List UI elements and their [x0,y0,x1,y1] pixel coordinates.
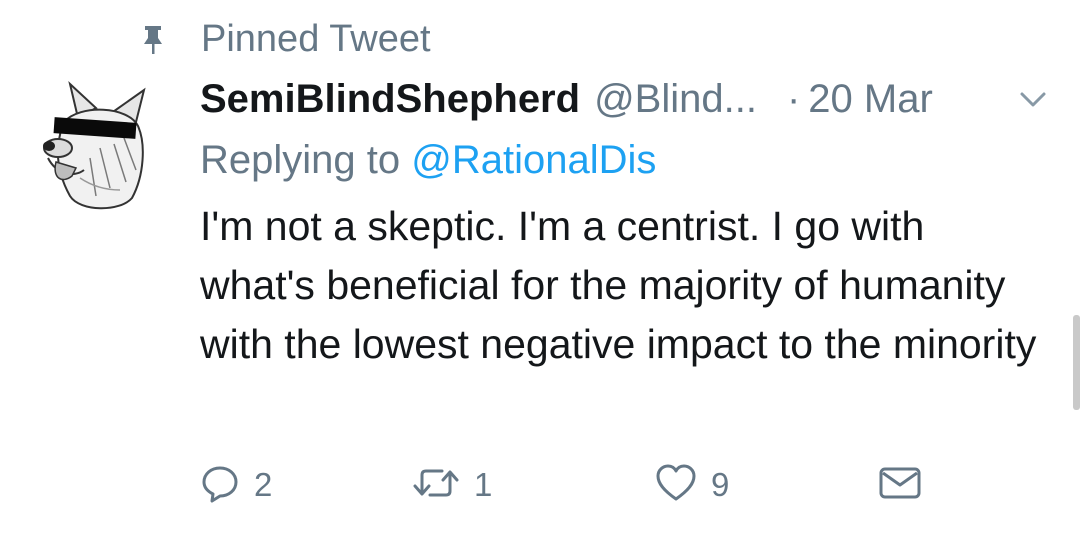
tweet-timestamp[interactable]: 20 Mar [808,77,933,122]
pinned-tweet-indicator: Pinned Tweet [140,18,431,61]
replying-to-label: Replying to [200,138,401,182]
retweet-icon [412,463,460,508]
author-name[interactable]: SemiBlindShepherd [200,77,580,122]
tweet-header: SemiBlindShepherd @Blind... · 20 Mar [200,75,1050,123]
replying-to-line: Replying to @RationalDis [200,138,656,183]
like-count: 9 [711,466,730,503]
share-via-direct-message-button[interactable] [878,460,922,510]
chevron-down-icon[interactable] [1018,89,1048,111]
retweet-button[interactable]: 1 [412,460,492,510]
author-handle[interactable]: @Blind... [594,77,757,122]
heart-icon [655,463,697,508]
retweet-count: 1 [474,466,493,503]
replying-to-mention[interactable]: @RationalDis [411,138,656,182]
reply-count: 2 [254,466,273,503]
separator-dot: · [786,76,801,121]
like-button[interactable]: 9 [655,460,729,510]
pin-icon [140,22,166,58]
avatar[interactable] [40,78,156,214]
tweet-text: I'm not a skeptic. I'm a centrist. I go … [200,203,1037,367]
envelope-icon [878,463,922,508]
pinned-tweet-label: Pinned Tweet [201,18,431,60]
tweet-actions: 2 1 9 [200,460,930,510]
scrollbar[interactable] [1073,315,1080,410]
reply-button[interactable]: 2 [200,460,272,510]
reply-icon [200,463,240,508]
